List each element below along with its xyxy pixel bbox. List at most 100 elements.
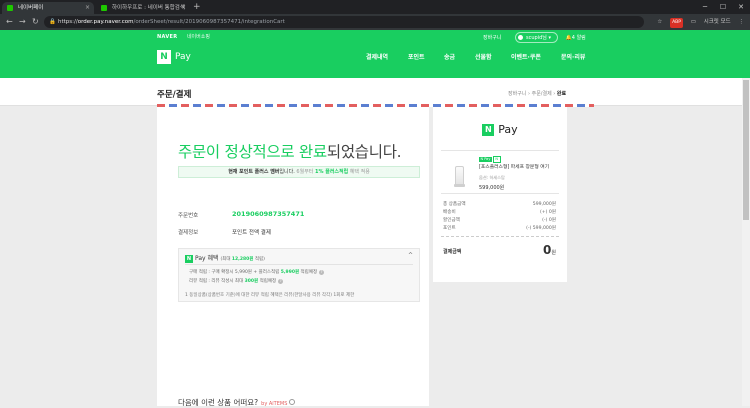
alerts-label: 알림 <box>576 35 586 41</box>
total-label: 결제금액 <box>443 249 462 255</box>
point-plus-notice: 현재 포인트 플러스 멤버입니다. 6월부터 1% 플러스적립 혜택 적용 <box>178 166 420 178</box>
menu-gift-box[interactable]: 선물함 <box>475 52 492 61</box>
npay-n-icon: N <box>157 50 171 64</box>
purchase-green: 5,990원 <box>280 270 300 275</box>
npay-logo-text: Pay <box>175 52 191 62</box>
product-name[interactable]: [포스플러스형] 파세프 창문형 여기 <box>479 163 563 170</box>
summary-total-row: 결제금액 0원 <box>443 243 556 257</box>
row-value: (-) 0원 <box>542 218 556 223</box>
browser-tabbar: 네이버페이 × 하이하우프로 : 네이버 통합검색 × + ─ ☐ ✕ <box>0 0 750 14</box>
help-icon[interactable]: ? <box>278 279 284 284</box>
naver-logo[interactable]: NAVER <box>157 34 177 40</box>
back-button[interactable]: ← <box>6 16 13 28</box>
benefit-footnote: 1 동일상품(상품번호 기준)에 대한 리뷰 적립 혜택은 리뷰(한달사용 리뷰… <box>185 293 355 298</box>
review-green: 300원 <box>244 279 259 284</box>
row-value: (-) 599,000원 <box>526 226 556 231</box>
point-green: 1% 플러스적립 <box>314 169 349 175</box>
menu-events-coupons[interactable]: 이벤트·쿠폰 <box>511 52 541 61</box>
help-icon[interactable]: ? <box>319 270 325 275</box>
extensions-area: ☆ ABP ▭ 시크릿 모드 ⋮ <box>651 17 745 28</box>
benefit-title-text: Pay 혜택 <box>195 255 219 262</box>
cast-icon[interactable]: ▭ <box>691 17 696 27</box>
summary-row-points: 포인트 (-) 599,000원 <box>443 225 556 231</box>
tab-search[interactable]: 하이하우프로 : 네이버 통합검색 × <box>96 2 190 14</box>
lock-icon: 🔒 <box>49 19 56 25</box>
alerts-link[interactable]: 🔔4 알림 <box>566 35 586 41</box>
info-icon[interactable] <box>289 399 296 405</box>
row-label: 포인트 <box>443 226 456 231</box>
divider <box>441 193 559 194</box>
bookmark-star-icon[interactable]: ☆ <box>657 17 662 27</box>
browser-toolbar: ← → ↻ 🔒 https://order.pay.naver.com/orde… <box>0 14 750 30</box>
tab-title: 하이하우프로 : 네이버 통합검색 <box>112 5 185 11</box>
reload-button[interactable]: ↻ <box>32 16 39 28</box>
close-window-button[interactable]: ✕ <box>732 0 750 14</box>
summary-logo-text: Pay <box>498 123 518 136</box>
page-scrollbar[interactable] <box>742 78 750 406</box>
summary-row-discount: 할인금액 (-) 0원 <box>443 217 556 223</box>
headline-green: 주문이 정상적으로 완료 <box>178 143 327 161</box>
summary-npay-logo: N Pay <box>433 124 567 136</box>
step-cart: 장바구니 <box>508 91 527 97</box>
payment-info-label: 결제정보 <box>178 230 199 236</box>
scrollbar-thumb[interactable] <box>743 80 749 220</box>
incognito-profile[interactable]: 시크릿 모드 <box>704 17 731 27</box>
benefit-title: N Pay 혜택 (최대 12,280원 적립) <box>185 253 265 263</box>
step-separator: › <box>528 91 530 97</box>
header-user-area: 장바구니 scupid님 ▾ 🔔4 알림 <box>483 32 586 43</box>
tab-close-icon[interactable]: × <box>85 2 90 14</box>
benefit-sub-value: 12,280원 <box>231 257 254 262</box>
url-path: /orderSheet/result/2019060987357471/inte… <box>133 19 285 25</box>
step-separator: › <box>553 91 556 97</box>
product-badges: N Pay N <box>479 156 502 163</box>
url-scheme: https:// <box>58 19 78 25</box>
tab-naverpay[interactable]: 네이버페이 × <box>2 2 94 14</box>
menu-transfer[interactable]: 송금 <box>444 52 455 61</box>
purchase-suffix: 적립예정 <box>299 270 318 275</box>
address-bar[interactable]: 🔒 https://order.pay.naver.com/orderSheet… <box>44 16 644 28</box>
browser-menu-icon[interactable]: ⋮ <box>739 17 745 27</box>
npay-n-icon: N <box>482 124 495 136</box>
new-tab-button[interactable]: + <box>193 1 201 13</box>
shopping-link[interactable]: 네이버쇼핑 <box>187 34 210 40</box>
n-badge: N <box>492 156 501 163</box>
benefit-sub: (최대 12,280원 적립) <box>220 257 264 262</box>
page-subheader: 주문/결제 장바구니 › 주문/결제 › 완료 <box>0 78 750 106</box>
benefit-sub-suffix: 적립) <box>253 257 265 262</box>
naver-favicon-icon <box>101 5 107 11</box>
cart-link[interactable]: 장바구니 <box>483 35 501 41</box>
total-amount: 0원 <box>543 243 556 257</box>
user-name: scupid <box>526 35 543 41</box>
row-label: 할인금액 <box>443 218 460 223</box>
minimize-button[interactable]: ─ <box>696 0 714 14</box>
product-option: 옵션: 하세스탑 <box>479 175 505 180</box>
user-suffix: 님 ▾ <box>542 35 551 41</box>
header-topline: NAVER 네이버쇼핑 <box>157 33 210 40</box>
user-menu[interactable]: scupid님 ▾ <box>515 32 558 43</box>
collapse-chevron-icon[interactable]: ^ <box>408 252 413 259</box>
maximize-button[interactable]: ☐ <box>714 0 732 14</box>
row-label: 배송비 <box>443 210 456 215</box>
step-order: 주문/결제 <box>531 91 552 97</box>
payment-info-value: 포인트 전액 결제 <box>232 230 271 236</box>
divider <box>185 264 413 265</box>
product-thumbnail[interactable] <box>450 162 468 188</box>
menu-payment-history[interactable]: 결제내역 <box>366 52 388 61</box>
benefit-sub-prefix: (최대 <box>220 257 232 262</box>
purchase-prefix: 구매 적립 : 구매 확정시 5,990원 + 플러스적립 <box>189 270 281 275</box>
npay-logo[interactable]: N Pay <box>157 50 191 64</box>
adblock-extension-icon[interactable]: ABP <box>670 18 683 28</box>
point-prefix: 현재 포인트 플러스 멤버 <box>228 169 280 175</box>
row-value: 599,000원 <box>532 202 556 207</box>
forward-button[interactable]: → <box>19 16 26 28</box>
row-value: (+) 0원 <box>539 210 556 215</box>
naver-favicon-icon <box>7 5 13 11</box>
menu-inquiry-review[interactable]: 문의·리뷰 <box>561 52 585 61</box>
review-prefix: 리뷰 적립 : 리뷰 작성시 최대 <box>189 279 245 284</box>
divider <box>441 150 559 151</box>
completion-headline: 주문이 정상적으로 완료되었습니다. <box>178 140 402 162</box>
npay-header: NAVER 네이버쇼핑 장바구니 scupid님 ▾ 🔔4 알림 N Pay 결제… <box>0 30 750 78</box>
tab-close-icon[interactable]: × <box>181 2 186 14</box>
review-suffix: 적립예정 <box>258 279 277 284</box>
menu-points[interactable]: 포인트 <box>408 52 425 61</box>
